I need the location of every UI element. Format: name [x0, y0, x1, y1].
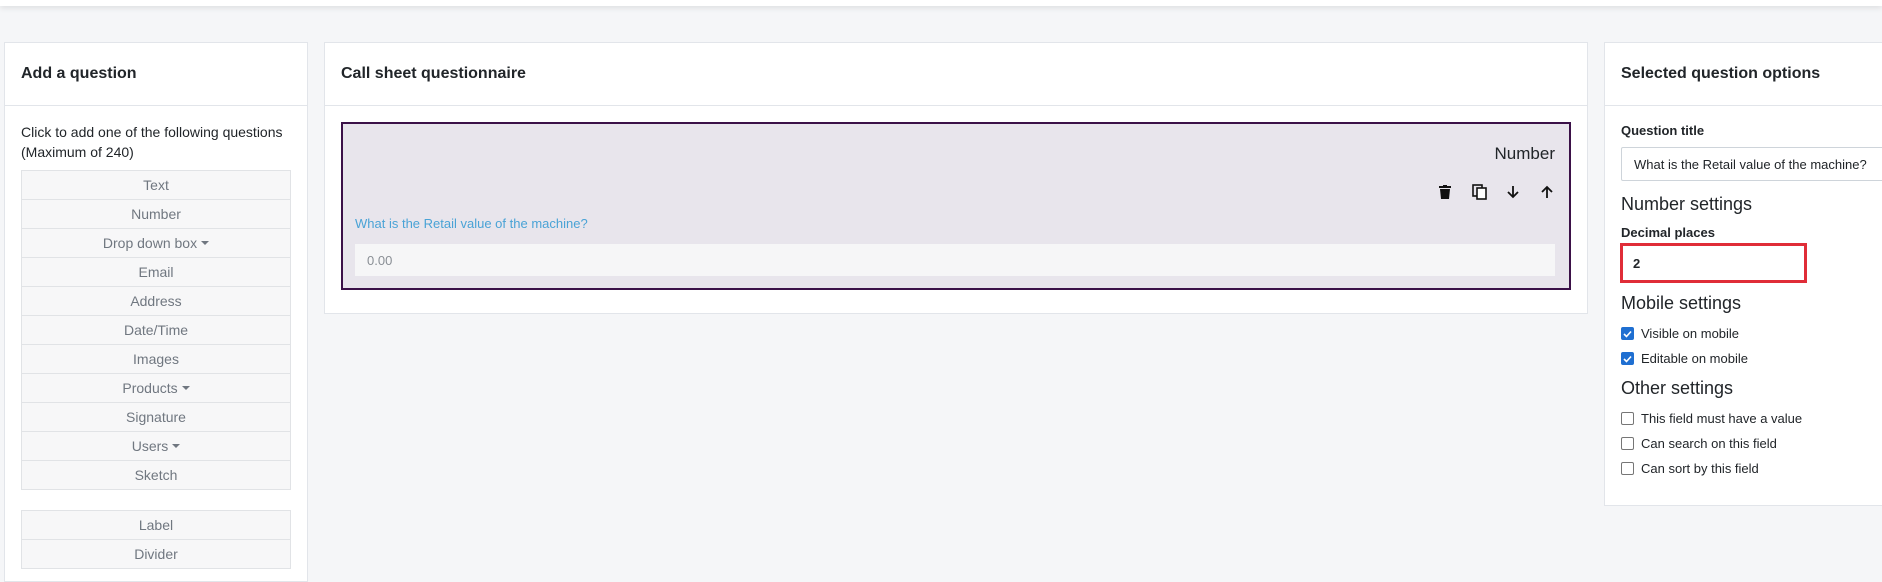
decimal-places-field-highlight	[1620, 243, 1807, 283]
question-type-label: Signature	[126, 409, 186, 425]
must-have-value-checkbox[interactable]: This field must have a value	[1621, 411, 1802, 426]
caret-down-icon	[181, 386, 190, 391]
question-type-label: Sketch	[134, 467, 178, 483]
question-card[interactable]: Number What is the Retail value of the m…	[341, 122, 1571, 290]
decimal-places-input[interactable]	[1623, 246, 1804, 280]
question-type-label: Users	[131, 438, 169, 454]
other-settings-title: Other settings	[1621, 378, 1734, 398]
question-type-products[interactable]: Products	[22, 374, 290, 403]
question-type-address[interactable]: Address	[22, 287, 290, 316]
question-type-images[interactable]: Images	[22, 345, 290, 374]
mobile-settings-title: Mobile settings	[1621, 293, 1742, 313]
decimal-places-label: Decimal places	[1621, 225, 1715, 240]
arrow-up-icon[interactable]	[1537, 182, 1557, 202]
can-sort-label: Can sort by this field	[1641, 461, 1759, 476]
question-title-label: Question title	[1621, 123, 1705, 138]
question-type-badge: Number	[1494, 144, 1555, 163]
question-type-label: Drop down box	[102, 235, 198, 251]
top-bar	[0, 0, 1882, 6]
question-type-label: Number	[131, 206, 181, 222]
can-search-checkbox[interactable]: Can search on this field	[1621, 436, 1777, 451]
question-type-list: Text Number Drop down box Email Address …	[21, 170, 291, 490]
checkbox-unchecked-icon[interactable]	[1621, 462, 1634, 475]
layout-type-divider[interactable]: Divider	[22, 540, 290, 568]
question-type-signature[interactable]: Signature	[22, 403, 290, 432]
question-title-input[interactable]	[1621, 147, 1882, 181]
number-settings-title: Number settings	[1621, 194, 1753, 214]
checkbox-unchecked-icon[interactable]	[1621, 437, 1634, 450]
can-search-label: Can search on this field	[1641, 436, 1777, 451]
can-sort-checkbox[interactable]: Can sort by this field	[1621, 461, 1759, 476]
checkbox-checked-icon[interactable]	[1621, 352, 1634, 365]
question-type-label: Images	[133, 351, 179, 367]
question-type-text[interactable]: Text	[22, 171, 290, 200]
question-options-panel: Selected question options Question title…	[1604, 42, 1882, 506]
question-type-label: Address	[130, 293, 182, 309]
visible-on-mobile-label: Visible on mobile	[1641, 326, 1740, 341]
layout-type-text: Divider	[134, 546, 178, 562]
arrow-down-icon[interactable]	[1503, 182, 1523, 202]
editable-on-mobile-label: Editable on mobile	[1641, 351, 1748, 366]
add-question-panel-title: Add a question	[5, 43, 307, 106]
question-type-date-time[interactable]: Date/Time	[22, 316, 290, 345]
question-type-label: Email	[138, 264, 174, 280]
questionnaire-panel-title: Call sheet questionnaire	[325, 43, 1587, 106]
add-question-panel: Add a question Click to add one of the f…	[4, 42, 308, 582]
question-type-number[interactable]: Number	[22, 200, 290, 229]
layout-type-label[interactable]: Label	[22, 511, 290, 540]
caret-down-icon	[172, 444, 181, 449]
question-actions	[1435, 182, 1557, 202]
question-type-sketch[interactable]: Sketch	[22, 461, 290, 489]
question-number-input[interactable]	[355, 244, 1555, 276]
question-type-label: Products	[122, 380, 178, 396]
layout-type-text: Label	[138, 517, 174, 533]
question-type-label: Text	[143, 177, 169, 193]
question-type-email[interactable]: Email	[22, 258, 290, 287]
question-options-panel-title: Selected question options	[1605, 43, 1882, 106]
checkbox-unchecked-icon[interactable]	[1621, 412, 1634, 425]
question-type-users[interactable]: Users	[22, 432, 290, 461]
caret-down-icon	[201, 241, 210, 246]
trash-icon[interactable]	[1435, 182, 1455, 202]
visible-on-mobile-checkbox[interactable]: Visible on mobile	[1621, 326, 1739, 341]
question-type-label: Date/Time	[123, 322, 189, 338]
copy-icon[interactable]	[1469, 182, 1489, 202]
checkbox-checked-icon[interactable]	[1621, 327, 1634, 340]
questionnaire-panel: Call sheet questionnaire Number What is …	[324, 42, 1588, 314]
layout-type-list: Label Divider	[21, 510, 291, 569]
must-have-value-label: This field must have a value	[1641, 411, 1803, 426]
question-title: What is the Retail value of the machine?	[355, 216, 588, 231]
question-type-drop-down-box[interactable]: Drop down box	[22, 229, 290, 258]
add-question-instructions: Click to add one of the following questi…	[21, 124, 283, 160]
editable-on-mobile-checkbox[interactable]: Editable on mobile	[1621, 351, 1748, 366]
